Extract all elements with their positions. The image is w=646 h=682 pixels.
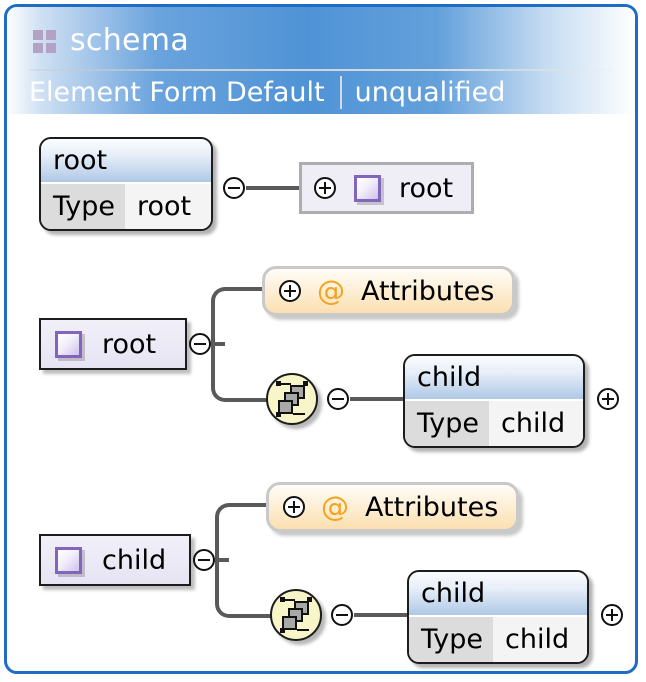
schema-property-row: Element Form Default unqualified [29, 72, 505, 112]
element-ref-root-top[interactable]: root [299, 162, 474, 214]
property-separator [339, 75, 342, 109]
element-node-label: child [102, 544, 167, 576]
sequence-node-child[interactable] [270, 589, 322, 641]
element-node-root[interactable]: root [39, 318, 187, 370]
connector-line [350, 397, 404, 401]
complex-type-key: Type [405, 401, 490, 446]
complex-type-title: root [41, 139, 211, 184]
complex-type-row: Type root [41, 184, 211, 229]
schema-diagram: root Type root root root @ Attributes ch… [7, 114, 635, 671]
sequence-icon [276, 381, 308, 417]
attributes-node-root[interactable]: @ Attributes [262, 266, 515, 316]
branch-connector [211, 287, 239, 402]
attributes-node-child[interactable]: @ Attributes [266, 482, 519, 532]
element-form-default-label: Element Form Default [29, 76, 325, 108]
complex-type-row: Type child [409, 617, 587, 662]
connector-line [235, 287, 265, 291]
purple-square-icon [354, 174, 381, 202]
complex-type-child-1[interactable]: child Type child [403, 354, 585, 448]
purple-square-icon [55, 330, 82, 358]
sequence-icon [280, 597, 312, 633]
complex-type-title: child [409, 572, 587, 617]
complex-type-root[interactable]: root Type root [39, 137, 213, 231]
complex-type-child-2[interactable]: child Type child [407, 570, 589, 664]
collapse-toggle-root-element[interactable] [189, 333, 211, 355]
expand-toggle-attributes[interactable] [283, 496, 305, 518]
element-ref-label: root [399, 172, 454, 204]
element-node-label: root [102, 328, 157, 360]
complex-type-value: child [489, 401, 583, 446]
expand-toggle-attributes[interactable] [279, 280, 301, 302]
schema-header: schema Element Form Default unqualified [7, 7, 635, 114]
expand-toggle-child-type-1[interactable] [597, 388, 619, 410]
element-node-child[interactable]: child [39, 534, 191, 586]
collapse-toggle-sequence-root[interactable] [327, 388, 349, 410]
connector-line [239, 503, 269, 507]
collapse-toggle-root-type[interactable] [223, 177, 245, 199]
complex-type-key: Type [409, 617, 494, 662]
at-sign-icon: @ [321, 490, 349, 523]
complex-type-row: Type child [405, 401, 583, 446]
complex-type-key: Type [41, 184, 126, 229]
expand-toggle-root-ref[interactable] [314, 177, 336, 199]
collapse-toggle-sequence-child[interactable] [331, 604, 353, 626]
header-divider [29, 69, 615, 71]
schema-window: schema Element Form Default unqualified … [4, 4, 638, 674]
complex-type-title: child [405, 356, 583, 401]
schema-title-row: schema [7, 19, 189, 63]
attributes-label: Attributes [361, 275, 495, 307]
connector-line [239, 614, 271, 618]
complex-type-value: root [125, 184, 211, 229]
connector-line [354, 613, 408, 617]
connector-line [235, 398, 267, 402]
page-title: schema [70, 23, 190, 58]
at-sign-icon: @ [317, 274, 345, 307]
branch-connector [215, 503, 243, 618]
element-form-default-value: unqualified [354, 76, 506, 108]
complex-type-value: child [493, 617, 587, 662]
collapse-toggle-child-element[interactable] [193, 549, 215, 571]
attributes-label: Attributes [365, 491, 499, 523]
expand-toggle-child-type-2[interactable] [601, 604, 623, 626]
purple-square-icon [55, 546, 82, 574]
connector-line [246, 186, 300, 190]
schema-grid-icon [33, 29, 56, 53]
sequence-node-root[interactable] [266, 373, 318, 425]
